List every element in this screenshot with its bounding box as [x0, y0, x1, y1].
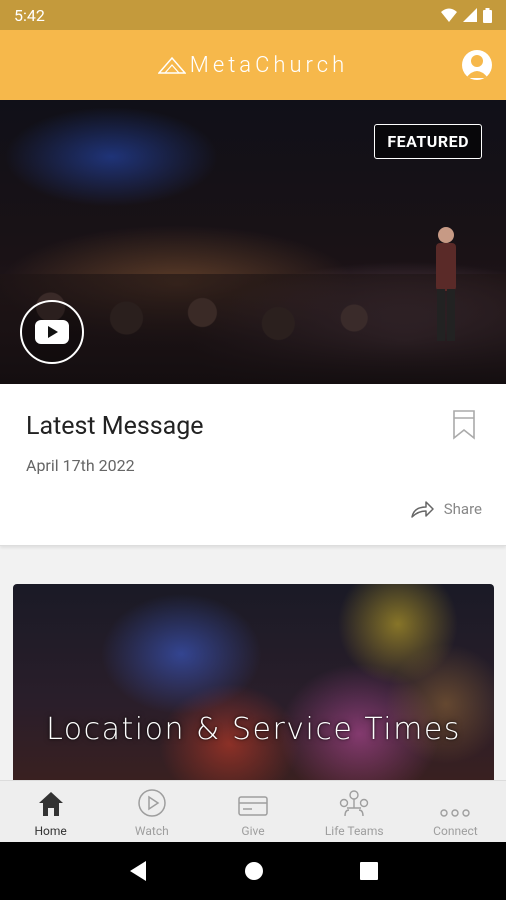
status-icons [441, 7, 492, 23]
featured-banner[interactable]: FEATURED [0, 100, 506, 384]
status-time: 5:42 [14, 5, 45, 25]
latest-message-card[interactable]: Latest Message April 17th 2022 Share [0, 384, 506, 546]
bottom-nav: Home Watch Give Life Teams Connect [0, 780, 506, 842]
share-button[interactable]: Share [410, 500, 482, 518]
message-title: Latest Message [26, 412, 204, 441]
play-circle-icon [138, 789, 166, 817]
nav-home[interactable]: Home [0, 781, 101, 842]
nav-label-connect: Connect [433, 824, 478, 838]
more-icon [440, 809, 471, 817]
featured-badge: FEATURED [374, 124, 482, 159]
nav-label-give: Give [241, 824, 265, 838]
bookmark-icon[interactable] [452, 410, 476, 440]
home-circle-icon[interactable] [244, 861, 264, 881]
app-logo: MetaChurch [157, 52, 349, 78]
signal-icon [463, 8, 477, 22]
wifi-icon [441, 8, 457, 22]
location-card[interactable]: Location & Service Times [13, 584, 494, 784]
app-screen: 5:42 MetaChurch FEATURED Latest Message … [0, 0, 506, 900]
group-icon [340, 790, 369, 817]
app-bar: MetaChurch [0, 30, 506, 100]
play-button[interactable] [20, 300, 84, 364]
nav-label-home: Home [34, 824, 67, 838]
share-label: Share [443, 500, 482, 518]
nav-watch[interactable]: Watch [101, 781, 202, 842]
nav-life-teams[interactable]: Life Teams [304, 781, 405, 842]
person-icon [466, 55, 488, 78]
back-icon[interactable] [128, 860, 148, 882]
location-title: Location & Service Times [46, 712, 461, 747]
youtube-icon [35, 320, 69, 344]
profile-button[interactable] [462, 50, 492, 80]
home-icon [38, 792, 63, 816]
nav-label-watch: Watch [134, 824, 169, 838]
recents-icon[interactable] [360, 862, 378, 880]
logo-mountain-icon [157, 56, 186, 74]
speaker-figure [436, 227, 456, 341]
status-bar: 5:42 [0, 0, 506, 30]
logo-text: MetaChurch [189, 52, 349, 78]
message-date: April 17th 2022 [26, 456, 135, 475]
nav-give[interactable]: Give [202, 781, 303, 842]
battery-icon [483, 7, 492, 23]
nav-label-life-teams: Life Teams [324, 824, 384, 838]
card-icon [238, 796, 268, 816]
system-nav-bar [0, 842, 506, 900]
nav-connect[interactable]: Connect [405, 781, 506, 842]
share-arrow-icon [411, 501, 434, 518]
